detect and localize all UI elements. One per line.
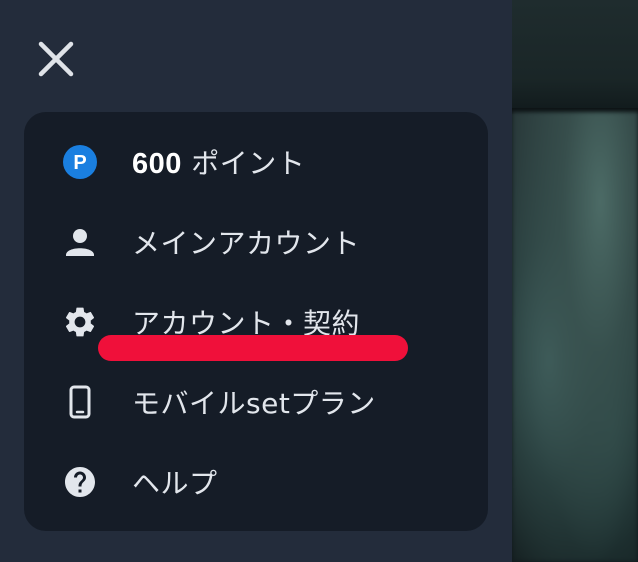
menu-item-mobile-plan[interactable]: モバイルsetプラン <box>24 362 488 442</box>
menu-item-points[interactable]: P 600 ポイント <box>24 122 488 202</box>
smartphone-icon <box>62 384 98 420</box>
screen: P 600 ポイント メインアカウント アカウント・契約 モバイルsetプラン … <box>0 0 638 562</box>
points-p-icon: P <box>62 144 98 180</box>
background-header-image <box>512 0 638 112</box>
points-balance: 600 <box>132 148 182 180</box>
menu-item-main-account[interactable]: メインアカウント <box>24 202 488 282</box>
menu-item-label: ヘルプ <box>132 467 218 500</box>
menu-item-help[interactable]: ヘルプ <box>24 442 488 522</box>
background-thumbnail-image <box>512 112 638 562</box>
person-icon <box>62 224 98 260</box>
gear-icon <box>62 304 98 340</box>
side-drawer: P 600 ポイント メインアカウント アカウント・契約 モバイルsetプラン … <box>0 0 512 562</box>
menu-item-label: メインアカウント <box>132 227 361 260</box>
highlight-underline <box>98 335 408 361</box>
background-content <box>512 0 638 562</box>
points-unit: ポイント <box>181 147 306 180</box>
menu-item-label: 600 ポイント <box>132 142 305 182</box>
account-menu: P 600 ポイント メインアカウント アカウント・契約 モバイルsetプラン … <box>24 112 488 531</box>
close-icon <box>38 41 74 77</box>
help-circle-icon <box>62 464 98 500</box>
close-button[interactable] <box>34 37 78 81</box>
menu-item-label: モバイルsetプラン <box>132 387 376 420</box>
points-badge-letter: P <box>73 152 86 174</box>
